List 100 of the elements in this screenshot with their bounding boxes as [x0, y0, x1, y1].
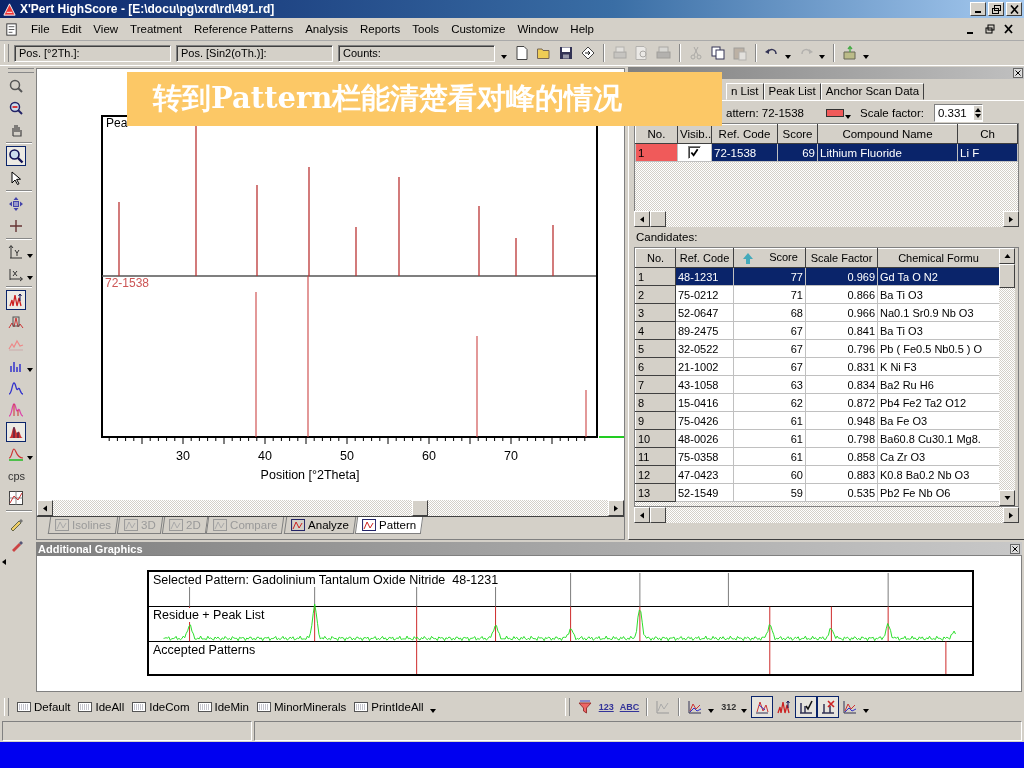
column-header[interactable]: Score [777, 124, 818, 144]
arrow-icon[interactable] [1009, 511, 1013, 519]
close-icon[interactable] [1010, 543, 1020, 554]
preset-button[interactable]: IdeMin [194, 699, 253, 715]
menu-item[interactable]: Treatment [124, 23, 189, 35]
chart-icon [168, 519, 183, 531]
arrow-icon[interactable] [640, 215, 644, 223]
caret-icon[interactable] [863, 55, 869, 59]
table-cell: 67 [733, 357, 806, 376]
view-tab[interactable]: Analyze [283, 517, 356, 534]
peaks-icon[interactable] [6, 290, 26, 310]
restore-button[interactable] [988, 2, 1004, 16]
readout-dropdown[interactable]: Counts: [338, 44, 495, 62]
list-icon [17, 702, 31, 712]
column-header[interactable]: Ref. Code [711, 124, 778, 144]
label-button[interactable]: 123 [596, 700, 616, 714]
arrow-icon[interactable] [1003, 496, 1011, 500]
chart-icon [290, 519, 305, 531]
panel-tab[interactable]: n List [726, 83, 764, 100]
check-chart-icon[interactable] [796, 697, 817, 717]
column-header[interactable]: Ref. Code [675, 248, 734, 268]
spin-arrows-icon[interactable] [973, 106, 982, 120]
cross-chart-icon[interactable] [818, 697, 839, 717]
caret-icon[interactable] [785, 55, 791, 59]
column-header[interactable]: Chemical Formu [877, 248, 999, 268]
menu-item[interactable]: View [87, 23, 125, 35]
arrow-icon[interactable] [640, 511, 644, 519]
label-button[interactable]: ABC [617, 700, 642, 714]
close-icon[interactable] [1003, 24, 1014, 34]
caret-icon[interactable] [863, 709, 870, 713]
scroll-thumb[interactable] [412, 500, 428, 516]
table-cell: 0.831 [805, 357, 878, 376]
readout-field[interactable]: Pos. [°2Th.]: [14, 44, 171, 62]
menu-item[interactable]: Analysis [299, 23, 354, 35]
search-icon[interactable] [6, 146, 26, 166]
copy-icon[interactable] [708, 43, 728, 63]
arrow-icon[interactable] [2, 559, 6, 565]
arrow-icon[interactable] [1003, 254, 1011, 258]
grid-chart-icon[interactable] [6, 488, 26, 508]
scroll-thumb[interactable] [999, 264, 1015, 288]
arrow-icon[interactable] [1009, 215, 1013, 223]
horizontal-scrollbar[interactable] [634, 507, 1019, 523]
menu-item[interactable]: File [25, 23, 56, 35]
preset-button[interactable]: Default [14, 699, 74, 715]
menu-item[interactable]: Window [511, 23, 565, 35]
column-header[interactable]: Scale Factor [805, 248, 878, 268]
table-cell: 59 [733, 483, 806, 502]
menu-item[interactable]: Customize [445, 23, 512, 35]
scale-factor-spinner[interactable]: 0.331 [933, 104, 983, 122]
minimize-button[interactable] [970, 2, 986, 16]
arrow-icon[interactable] [614, 504, 618, 512]
scroll-thumb[interactable] [650, 507, 666, 523]
horizontal-scrollbar[interactable] [37, 500, 624, 516]
readout-field[interactable]: Pos. [Sin2(oTh.)]: [176, 44, 333, 62]
caret-icon[interactable] [708, 709, 715, 713]
caret-icon[interactable] [27, 254, 33, 258]
caret-icon[interactable] [819, 55, 825, 59]
column-header[interactable]: Score [733, 248, 806, 268]
color-swatch[interactable] [826, 109, 844, 117]
list-icon [354, 702, 369, 712]
table-cell: 47-0423 [675, 465, 734, 484]
column-header[interactable]: No. [635, 248, 676, 268]
cps-button[interactable]: cps [6, 468, 28, 484]
caret-icon[interactable] [845, 115, 851, 119]
preset-button[interactable]: MinorMinerals [254, 699, 350, 715]
caret-icon[interactable] [27, 368, 33, 372]
peak-fill-icon[interactable] [6, 422, 26, 442]
view-tab[interactable]: Pattern [354, 517, 423, 534]
menu-item[interactable]: Reports [354, 23, 407, 35]
visibility-checkbox[interactable] [688, 146, 701, 160]
preset-button[interactable]: IdeCom [129, 699, 193, 715]
preset-button[interactable]: PrintIdeAll [351, 699, 427, 715]
column-header[interactable]: Ch [957, 124, 1018, 144]
close-button[interactable] [1006, 2, 1022, 16]
caret-icon[interactable] [741, 709, 748, 713]
match-icon[interactable] [752, 697, 773, 717]
scroll-thumb[interactable] [650, 211, 666, 227]
column-header[interactable]: Compound Name [817, 124, 958, 144]
preset-button[interactable]: IdeAll [75, 699, 128, 715]
table-cell: 61 [733, 447, 806, 466]
menu-item[interactable]: Tools [406, 23, 446, 35]
panel-tab[interactable]: Anchor Scan Data [820, 83, 925, 100]
caret-icon[interactable] [27, 456, 33, 460]
menu-item[interactable]: Reference Patterns [188, 23, 300, 35]
horizontal-scrollbar[interactable] [634, 211, 1019, 227]
caret-icon[interactable] [429, 709, 436, 713]
restore-icon[interactable] [984, 24, 995, 34]
arrow-icon[interactable] [43, 504, 47, 512]
panel-title: Additional Graphics [38, 542, 143, 555]
vertical-scrollbar[interactable] [999, 248, 1015, 506]
document-icon[interactable] [4, 21, 19, 37]
close-icon[interactable] [1013, 68, 1023, 78]
menu-item[interactable]: Edit [55, 23, 88, 35]
panel-tab[interactable]: Peak List [763, 83, 821, 100]
menu-item[interactable]: Help [564, 23, 600, 35]
caret-icon[interactable] [27, 276, 33, 280]
sort-button[interactable]: 312 [719, 700, 739, 714]
table-cell: 43-1058 [675, 375, 734, 394]
caret-icon[interactable] [501, 55, 507, 59]
chart-label: Pea [106, 116, 128, 130]
